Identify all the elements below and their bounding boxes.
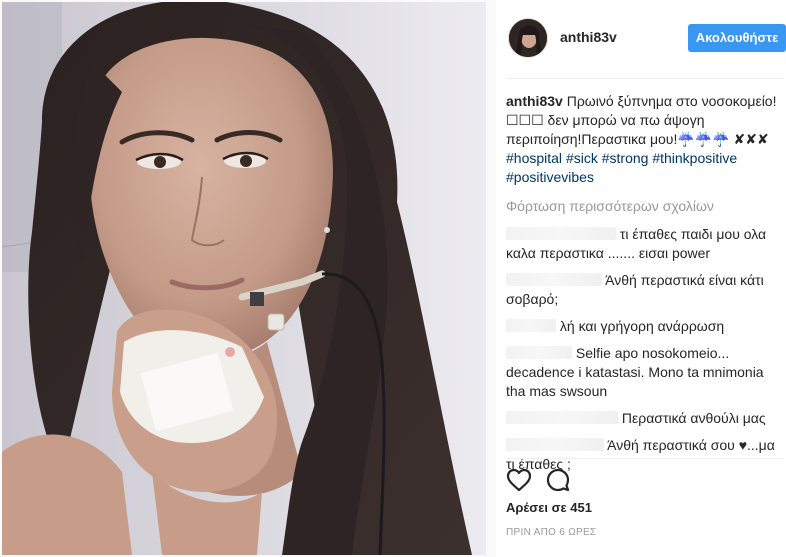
hashtag[interactable]: #positivevibes [506,169,594,185]
post-timestamp: ΠΡΙΝ ΑΠΟ 6 ΩΡΕΣ [506,527,597,538]
comment-author-redacted[interactable] [506,346,572,359]
comment-item: Selfie apo nosokomeio... decadence i kat… [506,344,782,401]
hashtag[interactable]: #hospital [506,150,562,166]
hashtag[interactable]: #strong [602,150,649,166]
comments-section: anthi83v Πρωινό ξύπνημα στο νοσοκομείο!☐… [506,92,782,482]
comment-text: λή και γρήγορη ανάρρωση [559,318,725,334]
post-sidebar: anthi83v Ακολουθήστε anthi83v Πρωινό ξύπ… [496,0,786,557]
comment-author-redacted[interactable] [506,319,556,332]
comment-item: τι έπαθες παιδι μου ολα καλα περαστικα .… [506,225,782,263]
post-modal: anthi83v Ακολουθήστε anthi83v Πρωινό ξύπ… [0,0,786,557]
post-header: anthi83v Ακολουθήστε [496,0,786,78]
selfie-photo-illustration [2,2,486,555]
post-username[interactable]: anthi83v [560,29,617,45]
caption-username[interactable]: anthi83v [506,93,563,109]
header-divider [506,78,784,79]
post-photo[interactable] [2,2,486,555]
comment-author-redacted[interactable] [506,227,616,240]
likes-count[interactable]: Αρέσει σε 451 [506,500,592,515]
avatar[interactable] [508,18,548,58]
follow-button[interactable]: Ακολουθήστε [688,24,786,52]
comment-item: λή και γρήγορη ανάρρωση [506,317,782,336]
comment-bubble-icon[interactable] [546,468,570,492]
heart-outline-icon[interactable] [506,468,532,492]
comment-item: Άνθή περαστικά είναι κάτι σοβαρό; [506,271,782,309]
comment-text: Περαστικά ανθούλι μας [621,410,766,426]
comment-item: Περαστικά ανθούλι μας [506,409,782,428]
actions-divider [506,458,784,459]
comment-author-redacted[interactable] [506,411,618,424]
comment-author-redacted[interactable] [506,273,602,286]
load-more-comments-link[interactable]: Φόρτωση περισσότερων σχολίων [506,197,782,216]
hashtag[interactable]: #sick [566,150,598,166]
avatar-image [509,19,547,57]
post-actions [506,468,782,494]
comment-author-redacted[interactable] [506,438,604,451]
post-caption: anthi83v Πρωινό ξύπνημα στο νοσοκομείο!☐… [506,92,782,187]
hashtag[interactable]: #thinkpositive [652,150,737,166]
